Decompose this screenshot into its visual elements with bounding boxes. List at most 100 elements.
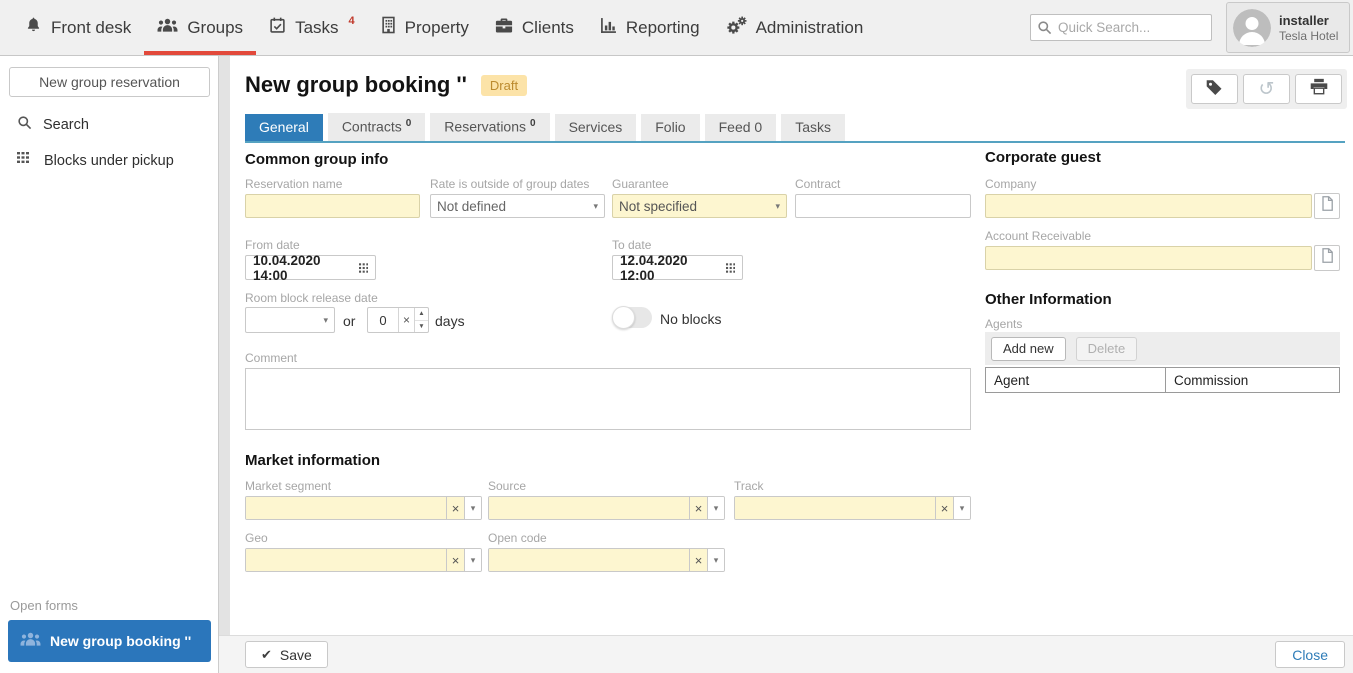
days-suffix: days [435, 313, 465, 329]
users-icon [20, 631, 41, 651]
add-new-agent-button[interactable]: Add new [991, 337, 1066, 361]
new-group-reservation-button[interactable]: New group reservation [9, 67, 210, 97]
tab-contracts[interactable]: Contracts0 [328, 113, 425, 141]
clear-icon[interactable]: × [689, 549, 707, 571]
account-receivable-lookup-button[interactable] [1314, 245, 1340, 271]
printer-icon [1309, 78, 1329, 100]
user-menu[interactable]: installer Tesla Hotel [1226, 2, 1350, 53]
geo-combo[interactable]: ×▾ [245, 548, 482, 572]
building-icon [381, 16, 396, 39]
tab-bar: General Contracts0 Reservations0 Service… [245, 113, 1345, 143]
market-segment-combo[interactable]: ×▾ [245, 496, 482, 520]
from-date-input[interactable]: 10.04.2020 14:00 [245, 255, 376, 280]
clear-icon[interactable]: × [446, 497, 464, 519]
chevron-down-icon[interactable]: ▾ [464, 549, 481, 571]
quick-search [1030, 14, 1212, 41]
days-value[interactable]: 0 [368, 308, 398, 332]
sidebar-item-search[interactable]: Search [0, 106, 218, 143]
nav-item-reporting[interactable]: Reporting [587, 0, 713, 55]
nav-item-label: Front desk [51, 18, 131, 38]
quick-search-input[interactable] [1030, 14, 1212, 41]
nav-item-property[interactable]: Property [368, 0, 482, 55]
to-date-input[interactable]: 12.04.2020 12:00 [612, 255, 743, 280]
step-down-icon[interactable]: ▼ [415, 321, 428, 333]
chevron-down-icon[interactable]: ▾ [464, 497, 481, 519]
rate-outside-label: Rate is outside of group dates [430, 177, 589, 191]
clear-icon[interactable]: × [689, 497, 707, 519]
save-button[interactable]: ✔ Save [245, 641, 328, 668]
grid-icon [17, 152, 33, 169]
delete-agent-button[interactable]: Delete [1076, 337, 1138, 361]
chevron-down-icon[interactable]: ▾ [953, 497, 970, 519]
tab-tasks[interactable]: Tasks [781, 114, 845, 141]
agents-table-header-commission: Commission [1166, 368, 1339, 392]
bar-chart-icon [600, 17, 617, 39]
clear-icon[interactable]: × [935, 497, 953, 519]
tab-count: 0 [406, 118, 412, 129]
tab-general[interactable]: General [245, 114, 323, 141]
tab-folio[interactable]: Folio [641, 114, 699, 141]
tab-feed[interactable]: Feed 0 [705, 114, 777, 141]
print-button[interactable] [1295, 74, 1342, 104]
search-icon [1037, 20, 1052, 40]
reservation-name-input[interactable] [245, 194, 420, 218]
nav-item-tasks[interactable]: Tasks4 [256, 0, 368, 55]
document-icon [1321, 248, 1334, 268]
room-block-release-date-select[interactable]: ▾ [245, 307, 335, 333]
tab-services[interactable]: Services [555, 114, 637, 141]
calendar-grid-icon [726, 263, 735, 273]
document-icon [1321, 196, 1334, 216]
tab-reservations[interactable]: Reservations0 [430, 113, 549, 141]
to-date-label: To date [612, 238, 651, 252]
nav-item-administration[interactable]: Administration [713, 0, 877, 55]
nav-item-groups[interactable]: Groups [144, 0, 256, 55]
open-code-combo[interactable]: ×▾ [488, 548, 725, 572]
gears-icon [726, 16, 747, 40]
sidebar-item-blocks-under-pickup[interactable]: Blocks under pickup [0, 143, 218, 178]
tags-button[interactable] [1191, 74, 1238, 104]
chevron-down-icon: ▾ [323, 315, 328, 326]
bell-icon [25, 16, 42, 39]
contract-input[interactable] [795, 194, 971, 218]
calendar-check-icon [269, 16, 286, 39]
chevron-down-icon: ▾ [593, 201, 598, 212]
no-blocks-toggle[interactable] [612, 307, 652, 328]
user-name: installer [1279, 12, 1338, 29]
clear-icon[interactable]: × [446, 549, 464, 571]
track-combo[interactable]: ×▾ [734, 496, 971, 520]
user-text: installer Tesla Hotel [1279, 12, 1338, 43]
agents-label: Agents [985, 317, 1022, 331]
footer-bar: ✔ Save Close [219, 635, 1353, 673]
nav-item-front-desk[interactable]: Front desk [12, 0, 144, 55]
toolbar-icon-strip: ↺ [1186, 69, 1347, 109]
source-combo[interactable]: ×▾ [488, 496, 725, 520]
days-stepper: 0 × ▲▼ [367, 307, 429, 333]
chevron-down-icon[interactable]: ▾ [707, 497, 724, 519]
clear-icon[interactable]: × [398, 308, 414, 332]
step-up-icon[interactable]: ▲ [415, 308, 428, 321]
close-button[interactable]: Close [1275, 641, 1345, 668]
nav-item-clients[interactable]: Clients [482, 0, 587, 55]
company-label: Company [985, 177, 1036, 191]
chevron-down-icon[interactable]: ▾ [707, 549, 724, 571]
company-lookup-button[interactable] [1314, 193, 1340, 219]
rate-outside-select[interactable]: Not defined▾ [430, 194, 605, 218]
agents-toolbar: Add new Delete [985, 332, 1340, 365]
guarantee-select[interactable]: Not specified▾ [612, 194, 787, 218]
account-receivable-input[interactable] [985, 246, 1312, 270]
avatar [1233, 9, 1271, 47]
or-text: or [343, 313, 355, 329]
tag-icon [1204, 79, 1225, 100]
agents-table-header-agent: Agent [986, 368, 1166, 392]
geo-label: Geo [245, 531, 268, 545]
open-form-new-group-booking[interactable]: New group booking '' [8, 620, 211, 662]
history-icon: ↺ [1259, 80, 1275, 99]
history-button[interactable]: ↺ [1243, 74, 1290, 104]
account-receivable-label: Account Receivable [985, 229, 1091, 243]
top-navigation: Front desk Groups Tasks4 Property Client… [0, 0, 1353, 56]
comment-textarea[interactable] [245, 368, 971, 430]
section-heading-corporate-guest: Corporate guest [985, 149, 1101, 166]
room-block-release-date-label: Room block release date [245, 291, 378, 305]
status-badge: Draft [481, 75, 527, 96]
company-input[interactable] [985, 194, 1312, 218]
